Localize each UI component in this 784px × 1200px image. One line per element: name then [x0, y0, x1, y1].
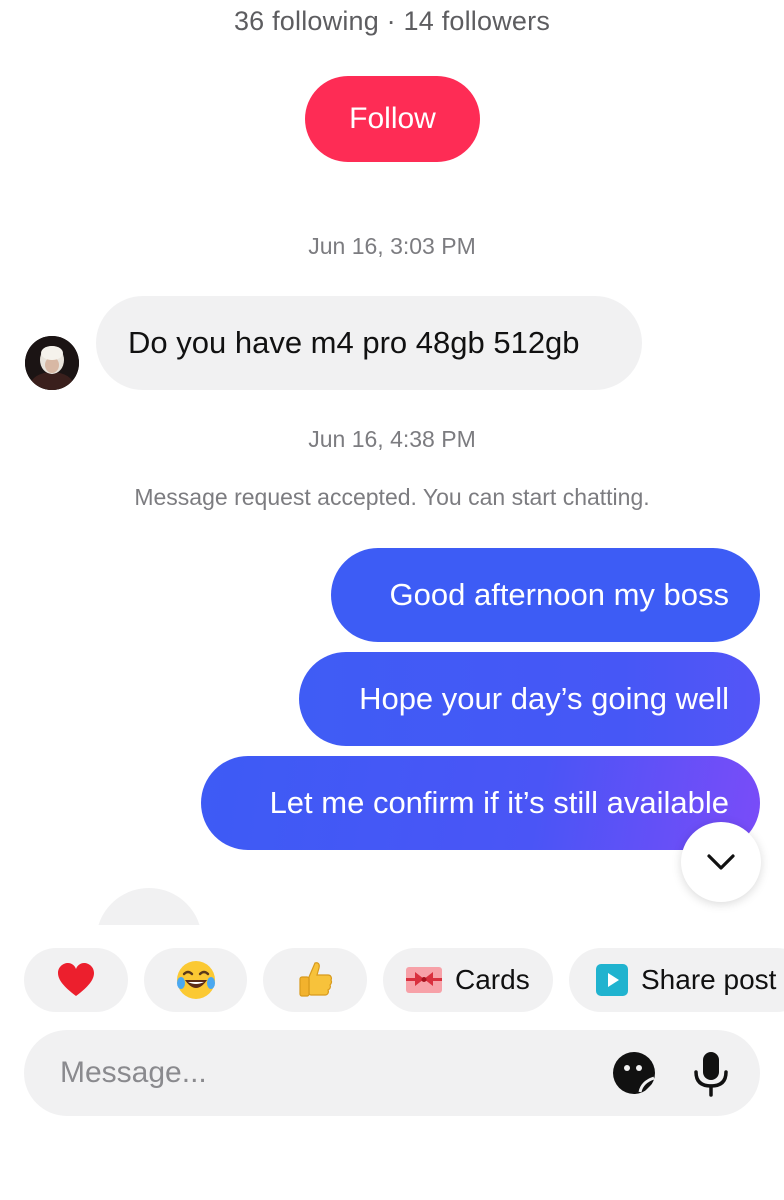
microphone-icon[interactable]	[690, 1050, 732, 1098]
outgoing-message-bubble[interactable]: Let me confirm if it’s still available	[201, 756, 760, 850]
gift-card-icon	[406, 967, 442, 993]
message-timestamp: Jun 16, 4:38 PM	[308, 426, 476, 452]
cards-label: Cards	[455, 964, 530, 995]
outgoing-message-text: Let me confirm if it’s still available	[269, 785, 729, 820]
outgoing-message-text: Good afternoon my boss	[389, 577, 729, 612]
incoming-message-bubble[interactable]: Do you have m4 pro 48gb 512gb	[96, 296, 642, 390]
play-square-icon	[596, 964, 628, 996]
heart-reaction-button[interactable]	[24, 948, 128, 1012]
laugh-reaction-button[interactable]	[144, 948, 247, 1012]
chevron-down-icon	[707, 854, 735, 870]
heart-icon	[58, 963, 94, 996]
outgoing-message-bubble[interactable]: Hope your day’s going well	[299, 652, 760, 746]
message-composer	[24, 1030, 760, 1116]
sticker-icon[interactable]	[612, 1050, 658, 1096]
thumbs-up-reaction-button[interactable]	[263, 948, 367, 1012]
cards-button[interactable]: Cards	[383, 948, 553, 1012]
chat-screen: 36 following · 14 followers Follow Jun 1…	[0, 0, 784, 1200]
scroll-to-bottom-button[interactable]	[681, 822, 761, 902]
profile-stats: 36 following · 14 followers	[233, 6, 551, 36]
avatar[interactable]	[25, 336, 79, 390]
system-message: Message request accepted. You can start …	[134, 484, 650, 510]
avatar-image	[25, 336, 79, 390]
share-post-button[interactable]: Share post	[569, 948, 784, 1012]
outgoing-message-bubble[interactable]: Good afternoon my boss	[331, 548, 760, 642]
incoming-message-text: Do you have m4 pro 48gb 512gb	[128, 325, 580, 360]
message-timestamp: Jun 16, 3:03 PM	[308, 233, 476, 259]
message-input[interactable]	[60, 1056, 580, 1090]
follow-button[interactable]: Follow	[305, 76, 480, 162]
laughing-face-icon	[176, 961, 215, 999]
outgoing-message-text: Hope your day’s going well	[359, 681, 729, 716]
thumbs-up-icon	[299, 962, 333, 997]
share-post-label: Share post	[641, 964, 777, 995]
